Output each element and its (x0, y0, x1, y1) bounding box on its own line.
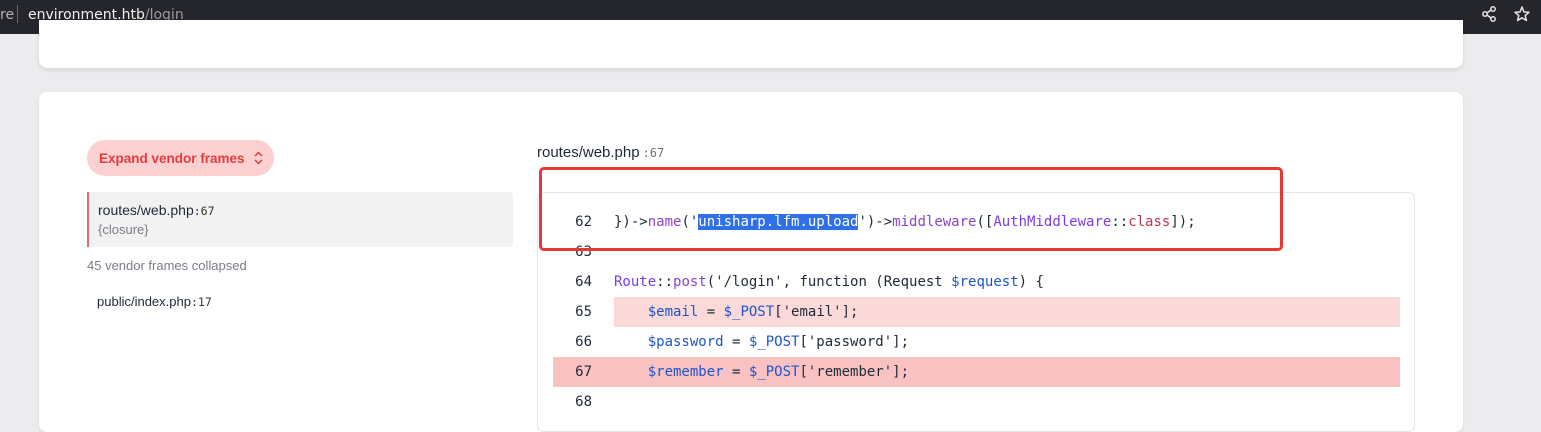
frame-file-name: public/index.php (97, 294, 191, 309)
stack-frame-public-index[interactable]: public/index.php:17 (97, 294, 212, 309)
source-file-name: routes/web.php (537, 144, 640, 161)
line-number: 64 (575, 274, 592, 290)
code-token: ('/login', function (Request (706, 274, 952, 290)
annotation-highlight-box (539, 167, 1283, 251)
code-token: ['email']; (774, 304, 859, 320)
url-prefix-fragment: re (0, 7, 15, 23)
code-token: $email (647, 304, 699, 320)
star-icon[interactable] (1513, 5, 1533, 25)
code-token: ['remember']; (799, 364, 910, 380)
code-line-66: 66 $password = $_POST['password']; (538, 327, 1414, 357)
code-token: :: (656, 274, 674, 290)
code-line-64: 64 Route::post('/login', function (Reques… (538, 267, 1414, 297)
frame-file: routes/web.php:67 (98, 202, 215, 218)
frame-file-name: routes/web.php (98, 202, 194, 218)
frame-function: {closure} (98, 222, 149, 237)
chevron-up-down-icon (254, 151, 263, 165)
code-text[interactable]: $email = $_POST['email']; (614, 297, 859, 327)
code-token: = (723, 364, 749, 380)
share-icon[interactable] (1480, 5, 1500, 25)
code-token: Route (614, 274, 657, 290)
vendor-frames-collapsed-note: 45 vendor frames collapsed (87, 258, 247, 273)
frame-line-number: :67 (193, 204, 215, 218)
url-separator (17, 5, 18, 23)
line-number: 68 (575, 394, 592, 410)
code-line-68: 68 (538, 387, 1414, 417)
code-token: = (698, 304, 724, 320)
code-token: $request (951, 274, 1019, 290)
stack-frame-active[interactable]: routes/web.php:67 {closure} (87, 192, 513, 247)
line-number: 66 (575, 334, 592, 350)
header-card (39, 20, 1463, 68)
code-token: $_POST (723, 304, 775, 320)
code-token: $_POST (748, 334, 800, 350)
code-text[interactable]: $remember = $_POST['remember']; (614, 357, 909, 387)
expand-vendor-frames-label: Expand vendor frames (99, 150, 245, 166)
source-file-title: routes/web.php:67 (537, 144, 664, 161)
code-token: $remember (647, 364, 724, 380)
code-line-67: 67 $remember = $_POST['remember']; (538, 357, 1414, 387)
code-text[interactable]: $password = $_POST['password']; (614, 327, 909, 357)
frame-line-number: :17 (190, 295, 212, 309)
code-token: ['password']; (799, 334, 910, 350)
code-token: post (673, 274, 707, 290)
line-number: 67 (575, 364, 592, 380)
code-token: = (723, 334, 749, 350)
code-token: ) { (1018, 274, 1044, 290)
code-line-65: 65 $email = $_POST['email']; (538, 297, 1414, 327)
expand-vendor-frames-button[interactable]: Expand vendor frames (87, 140, 274, 176)
line-number: 65 (575, 304, 592, 320)
code-token: $_POST (748, 364, 800, 380)
code-text[interactable]: Route::post('/login', function (Request … (614, 267, 1044, 297)
source-line-number: :67 (642, 146, 665, 160)
code-token: $password (647, 334, 724, 350)
